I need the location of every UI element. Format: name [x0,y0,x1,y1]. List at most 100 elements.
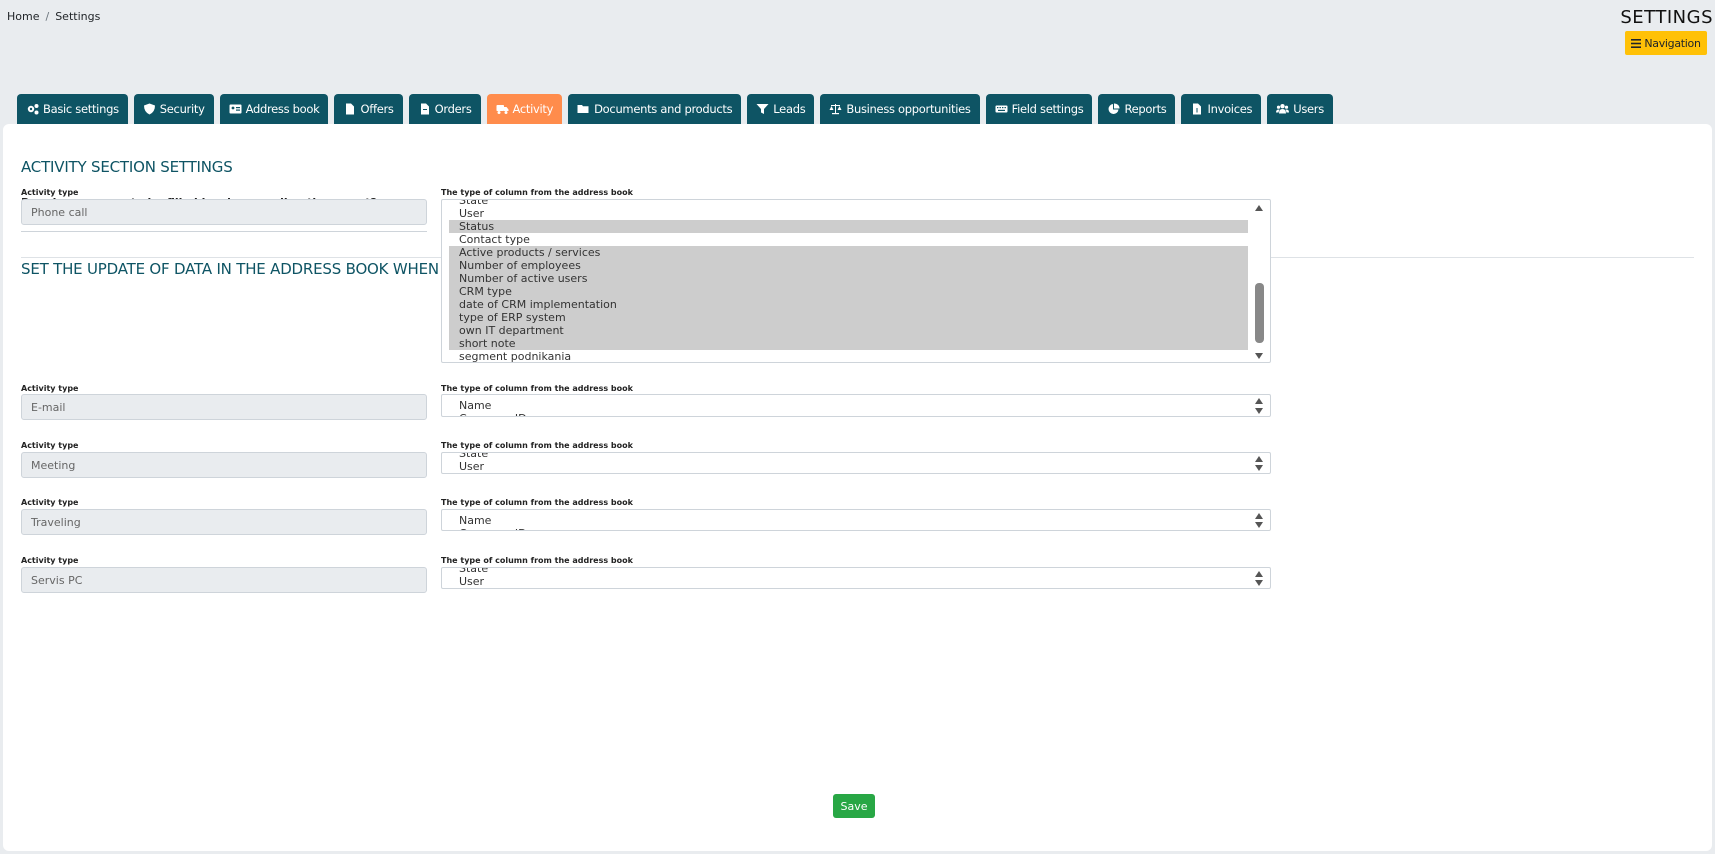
column-option[interactable]: Name [449,399,1248,412]
scroll-up-icon[interactable] [1254,570,1264,578]
tab-address-book[interactable]: Address book [219,94,329,124]
scroll-up-icon[interactable] [1254,455,1264,463]
users-icon [1276,104,1290,114]
activity-type-value: Meeting [31,458,76,472]
scroll-down-icon[interactable] [1254,579,1264,587]
cogs-icon [27,104,39,115]
column-option[interactable]: Company ID [449,412,1248,416]
keyboard-icon [995,105,1008,113]
column-option[interactable]: User [449,460,1248,473]
activity-section-title: ACTIVITY SECTION SETTINGS [21,158,233,176]
column-type-label: The type of column from the address book [441,384,633,393]
column-type-label: The type of column from the address book [441,441,633,450]
tab-label: Activity [512,102,554,116]
column-type-multiselect-e-mail[interactable]: NameCompany ID [441,394,1271,417]
scrollbar-thumb[interactable] [1255,283,1264,343]
save-button[interactable]: Save [833,794,875,818]
tab-basic-settings[interactable]: Basic settings [17,94,128,124]
page-title: SETTINGS [1620,7,1713,28]
tab-reports[interactable]: Reports [1098,94,1176,124]
column-type-multiselect-phone-call[interactable]: State User Status Contact type Active produc… [441,199,1271,363]
column-option[interactable]: CRM type [449,285,1248,298]
breadcrumb: Home / Settings [7,10,100,23]
column-type-label: The type of column from the address book [441,188,633,197]
tab-label: Invoices [1207,102,1253,116]
tab-label: Address book [245,102,320,116]
column-option[interactable]: Contact type [449,233,1248,246]
activity-type-field-traveling: Traveling [21,509,427,535]
tab-label: Leads [773,102,806,116]
column-type-multiselect-meeting[interactable]: StateUserStatus [441,452,1271,474]
column-option[interactable]: Number of active users [449,272,1248,285]
tab-security[interactable]: Security [133,94,214,124]
tab-field-settings[interactable]: Field settings [985,94,1093,124]
column-option[interactable]: date of CRM implementation [449,298,1248,311]
file-icon [346,103,355,115]
activity-type-field-servis-pc: Servis PC [21,567,427,593]
tab-label: Offers [360,102,394,116]
tab-activity[interactable]: Activity [486,94,563,124]
column-option[interactable]: User [449,575,1248,588]
tab-orders[interactable]: Orders [408,94,481,124]
activity-type-value: Phone call [31,205,88,219]
column-option[interactable]: State [449,200,1248,207]
column-option[interactable]: Name [449,514,1248,527]
column-type-label: The type of column from the address book [441,498,633,507]
column-option[interactable]: User [449,207,1248,220]
balance-scale-icon [829,104,842,115]
scroll-up-icon[interactable] [1254,512,1264,520]
column-option[interactable]: own IT department [449,324,1248,337]
column-option[interactable]: Status [449,473,1248,474]
scroll-down-icon[interactable] [1254,407,1264,415]
column-option[interactable]: Status [449,588,1248,589]
column-option[interactable]: short note [449,337,1248,350]
activity-type-field-meeting: Meeting [21,452,427,478]
tab-documents-and-products[interactable]: Documents and products [568,94,742,124]
tab-leads[interactable]: Leads [747,94,815,124]
activity-type-value: E-mail [31,400,66,414]
navigation-button[interactable]: Navigation [1625,31,1707,55]
scroll-up-icon[interactable] [1254,204,1264,212]
column-type-label: The type of column from the address book [441,556,633,565]
shield-icon [143,103,155,115]
folder-open-icon [577,105,589,113]
file-invoice-dollar-icon [1193,103,1202,115]
navigation-label: Navigation [1644,36,1701,50]
column-option[interactable]: State [449,453,1248,460]
tab-invoices[interactable]: Invoices [1181,94,1262,124]
column-option[interactable]: Company ID [449,527,1248,530]
tab-label: Security [159,102,205,116]
activity-type-label: Activity type [21,498,79,507]
scroll-down-icon[interactable] [1254,464,1264,472]
pie-chart-icon [1108,103,1120,114]
column-type-multiselect-traveling[interactable]: NameCompany ID [441,509,1271,531]
column-option[interactable]: Number of employees [449,259,1248,272]
activity-type-value: Servis PC [31,573,83,587]
activity-type-field-phone-call: Phone call [21,199,427,225]
column-option[interactable]: State [449,568,1248,575]
column-type-multiselect-servis-pc[interactable]: StateUserStatus [441,567,1271,589]
tab-business-opportunities[interactable]: Business opportunities [820,94,980,124]
tab-label: Basic settings [43,102,119,116]
truck-icon [496,105,509,114]
settings-card: ACTIVITY SECTION SETTINGS Require a pers… [3,124,1712,851]
scroll-down-icon[interactable] [1254,352,1264,360]
tab-label: Business opportunities [846,102,971,116]
column-option[interactable]: type of ERP system [449,311,1248,324]
tab-label: Reports [1124,102,1167,116]
hamburger-icon [1631,38,1642,48]
scroll-up-icon[interactable] [1254,397,1264,405]
tab-label: Field settings [1011,102,1084,116]
activity-type-field-e-mail: E-mail [21,394,427,420]
column-option[interactable]: segment podnikania [449,350,1248,362]
breadcrumb-home[interactable]: Home [7,10,39,23]
column-option[interactable]: Status [449,220,1248,233]
column-option[interactable]: Active products / services [449,246,1248,259]
activity-type-label: Activity type [21,384,79,393]
address-card-icon [229,104,242,114]
tab-offers[interactable]: Offers [334,94,403,124]
activity-type-label: Activity type [21,441,79,450]
tab-users[interactable]: Users [1267,94,1333,124]
settings-tabs: Basic settings Security Address book Offers… [17,94,1333,124]
scroll-down-icon[interactable] [1254,521,1264,529]
